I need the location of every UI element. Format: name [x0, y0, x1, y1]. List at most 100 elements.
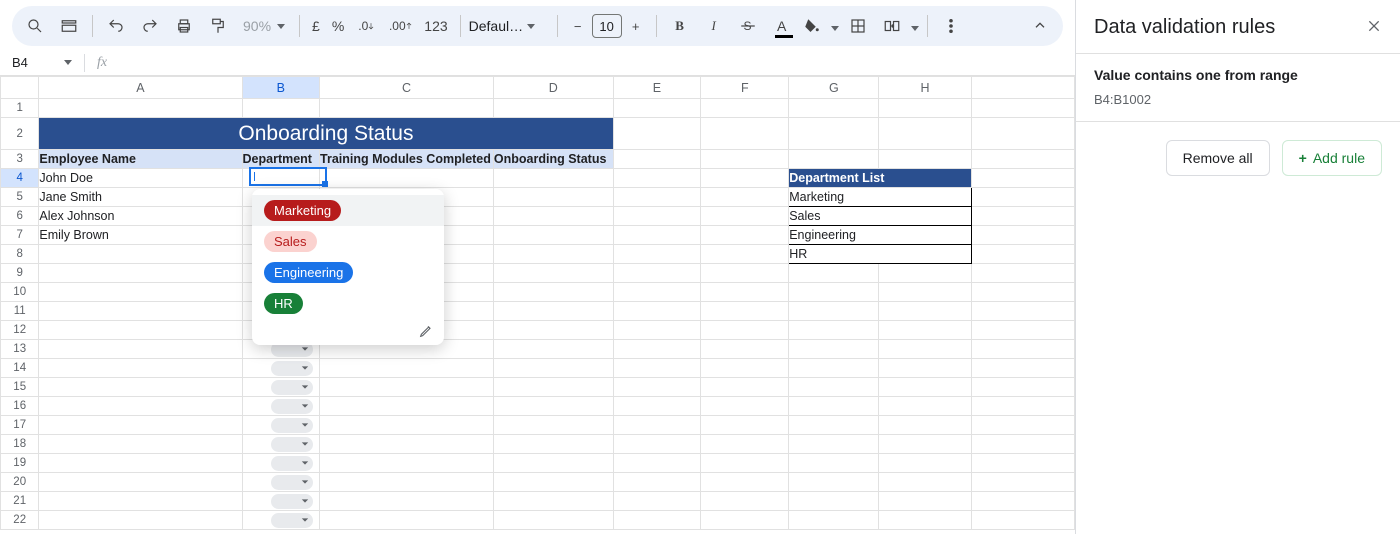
row-header-20[interactable]: 20	[1, 473, 39, 492]
more-toolbar-icon[interactable]	[936, 11, 966, 41]
cell-C1[interactable]	[320, 99, 494, 118]
cell-H11[interactable]	[879, 302, 971, 321]
cell-D10[interactable]	[493, 283, 613, 302]
col-header-G[interactable]: G	[789, 77, 879, 99]
cell-G9[interactable]	[789, 264, 879, 283]
cell-D16[interactable]	[493, 397, 613, 416]
row-header-7[interactable]: 7	[1, 226, 39, 245]
spreadsheet-grid[interactable]: ABCDEFGH12Onboarding Status3Employee Nam…	[0, 76, 1075, 534]
cell-A10[interactable]	[39, 283, 242, 302]
cell-C21[interactable]	[320, 492, 494, 511]
remove-all-button[interactable]: Remove all	[1166, 140, 1270, 176]
row-header-18[interactable]: 18	[1, 435, 39, 454]
cell-G6[interactable]: Sales	[789, 207, 971, 226]
row-header-10[interactable]: 10	[1, 283, 39, 302]
cell-D13[interactable]	[493, 340, 613, 359]
cell-B1[interactable]	[242, 99, 320, 118]
cell-H15[interactable]	[879, 378, 971, 397]
cell-E1[interactable]	[613, 99, 701, 118]
fill-color-button[interactable]	[797, 11, 827, 41]
cell-G20[interactable]	[789, 473, 879, 492]
cell-G12[interactable]	[789, 321, 879, 340]
cell-H18[interactable]	[879, 435, 971, 454]
cell-C18[interactable]	[320, 435, 494, 454]
cell-G22[interactable]	[789, 511, 879, 530]
cell-G19[interactable]	[789, 454, 879, 473]
cell-A3[interactable]: Employee Name	[39, 150, 242, 169]
cell-G18[interactable]	[789, 435, 879, 454]
cell-D17[interactable]	[493, 416, 613, 435]
italic-button[interactable]: I	[699, 11, 729, 41]
cell-E2[interactable]	[613, 118, 701, 150]
cell-F2[interactable]	[701, 118, 789, 150]
cell-A7[interactable]: Emily Brown	[39, 226, 242, 245]
borders-button[interactable]	[843, 11, 873, 41]
row-header-5[interactable]: 5	[1, 188, 39, 207]
cell-A22[interactable]	[39, 511, 242, 530]
cell-D5[interactable]	[493, 188, 613, 207]
cell-A16[interactable]	[39, 397, 242, 416]
bold-button[interactable]: B	[665, 11, 695, 41]
close-panel-icon[interactable]	[1366, 18, 1382, 37]
cell-H19[interactable]	[879, 454, 971, 473]
cell-D21[interactable]	[493, 492, 613, 511]
merge-cells-button[interactable]	[877, 11, 907, 41]
cell-G13[interactable]	[789, 340, 879, 359]
cell-H21[interactable]	[879, 492, 971, 511]
dropdown-option[interactable]: Sales	[252, 226, 444, 257]
cell-D15[interactable]	[493, 378, 613, 397]
edit-validation-icon[interactable]	[252, 319, 444, 341]
col-header-A[interactable]: A	[39, 77, 242, 99]
cell-A6[interactable]: Alex Johnson	[39, 207, 242, 226]
font-size-input[interactable]: 10	[592, 14, 622, 38]
cell-F13[interactable]	[701, 340, 789, 359]
cell-B17[interactable]	[242, 416, 320, 435]
cell-F8[interactable]	[701, 245, 789, 264]
dropdown-option[interactable]: Engineering	[252, 257, 444, 288]
cell-A15[interactable]	[39, 378, 242, 397]
cell-C15[interactable]	[320, 378, 494, 397]
dropdown-option[interactable]: HR	[252, 288, 444, 319]
cell-A14[interactable]	[39, 359, 242, 378]
add-rule-button[interactable]: +Add rule	[1282, 140, 1382, 176]
name-box[interactable]: B4	[0, 55, 78, 70]
cell-G7[interactable]: Engineering	[789, 226, 971, 245]
undo-icon[interactable]	[101, 11, 131, 41]
cell-A2[interactable]: Onboarding Status	[39, 118, 613, 150]
cell-C20[interactable]	[320, 473, 494, 492]
font-size-increase[interactable]: +	[624, 14, 648, 38]
cell-F9[interactable]	[701, 264, 789, 283]
validation-rule-item[interactable]: Value contains one from range B4:B1002	[1076, 53, 1400, 122]
row-header-15[interactable]: 15	[1, 378, 39, 397]
row-header-22[interactable]: 22	[1, 511, 39, 530]
font-size-decrease[interactable]: −	[566, 14, 590, 38]
cell-B4[interactable]	[242, 169, 320, 188]
row-header-6[interactable]: 6	[1, 207, 39, 226]
cell-B22[interactable]	[242, 511, 320, 530]
cell-H10[interactable]	[879, 283, 971, 302]
cell-C14[interactable]	[320, 359, 494, 378]
col-header-E[interactable]: E	[613, 77, 701, 99]
cell-F14[interactable]	[701, 359, 789, 378]
cell-D3[interactable]: Onboarding Status	[493, 150, 613, 169]
cell-D7[interactable]	[493, 226, 613, 245]
decrease-decimal-button[interactable]: .0	[352, 11, 382, 41]
cell-E5[interactable]	[613, 188, 701, 207]
row-header-17[interactable]: 17	[1, 416, 39, 435]
cell-D18[interactable]	[493, 435, 613, 454]
cell-C3[interactable]: Training Modules Completed	[320, 150, 494, 169]
cell-B14[interactable]	[242, 359, 320, 378]
row-header-2[interactable]: 2	[1, 118, 39, 150]
cell-F12[interactable]	[701, 321, 789, 340]
cell-A11[interactable]	[39, 302, 242, 321]
cell-F11[interactable]	[701, 302, 789, 321]
cell-F17[interactable]	[701, 416, 789, 435]
cell-D22[interactable]	[493, 511, 613, 530]
row-header-11[interactable]: 11	[1, 302, 39, 321]
cell-E8[interactable]	[613, 245, 701, 264]
font-select[interactable]: Defaul…	[469, 18, 549, 34]
cell-G14[interactable]	[789, 359, 879, 378]
currency-format-button[interactable]: £	[308, 18, 324, 34]
cell-E18[interactable]	[613, 435, 701, 454]
cell-F3[interactable]	[701, 150, 789, 169]
